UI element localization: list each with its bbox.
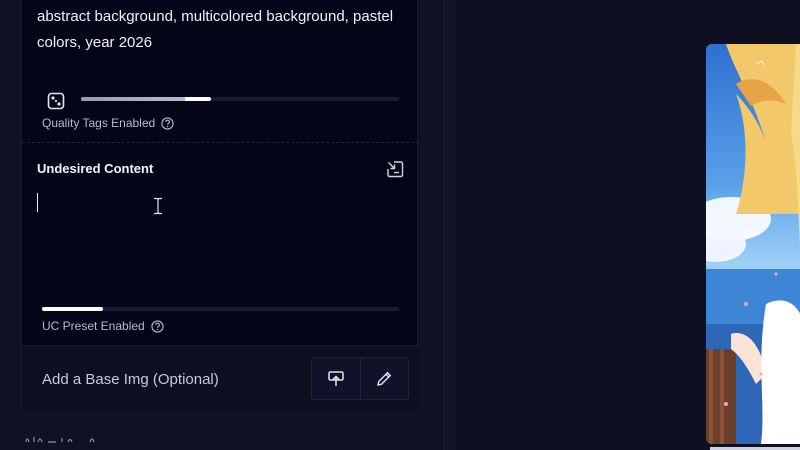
help-icon[interactable]: [161, 116, 174, 130]
base-image-label: Add a Base Img (Optional): [42, 371, 219, 388]
pencil-icon: [377, 371, 392, 386]
offscreen-section-hint: [24, 434, 104, 447]
section-divider: [22, 142, 419, 143]
uc-preset-label: UC Preset Enabled: [42, 319, 164, 333]
quality-slider-fill: [81, 97, 212, 101]
upload-image-button[interactable]: [312, 358, 360, 399]
draw-image-button[interactable]: [359, 358, 409, 399]
prompt-text[interactable]: abstract background, multicolored backgr…: [37, 4, 409, 56]
base-image-row: Add a Base Img (Optional): [22, 346, 419, 412]
upload-icon: [328, 370, 344, 386]
left-panel: abstract background, multicolored backgr…: [0, 0, 444, 450]
ibeam-cursor-icon: [154, 197, 162, 215]
anime-girl-image: [706, 44, 800, 444]
panel-scrollbar[interactable]: [444, 0, 456, 450]
help-icon[interactable]: [151, 319, 164, 333]
uc-preset-text: UC Preset Enabled: [42, 319, 145, 333]
text-caret: [37, 193, 38, 212]
undesired-content-input[interactable]: [36, 188, 408, 288]
base-image-buttons: [311, 357, 409, 400]
undesired-content-title: Undesired Content: [37, 161, 154, 176]
prompt-card: abstract background, multicolored backgr…: [21, 0, 419, 412]
generated-image-preview[interactable]: [706, 44, 800, 444]
import-icon[interactable]: [386, 160, 404, 178]
quality-tags-label: Quality Tags Enabled: [42, 116, 174, 130]
dice-icon[interactable]: [47, 92, 65, 110]
quality-tags-slider[interactable]: [81, 97, 399, 101]
quality-tags-text: Quality Tags Enabled: [42, 116, 156, 130]
uc-preset-slider[interactable]: [42, 307, 399, 311]
uc-preset-slider-fill: [42, 307, 103, 311]
